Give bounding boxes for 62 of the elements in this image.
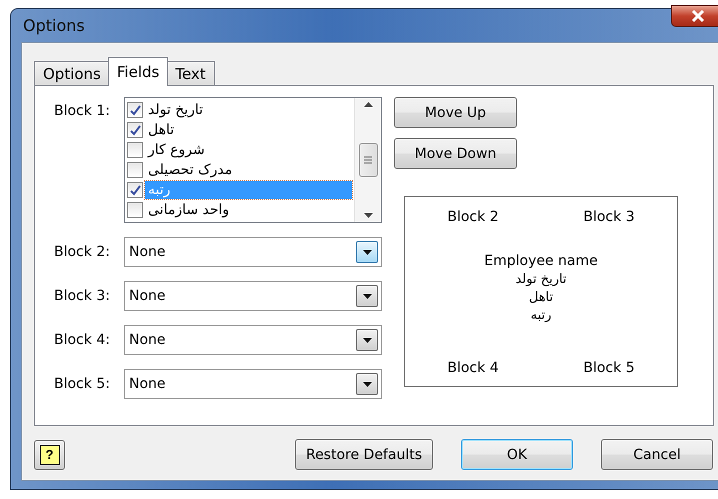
list-item[interactable]: مدرک تحصیلی (145, 161, 352, 179)
scroll-thumb[interactable] (358, 143, 378, 177)
preview-line: تاریخ تولد (515, 270, 567, 288)
checkbox[interactable] (127, 102, 143, 118)
preview-line: Employee name (484, 252, 598, 270)
checkmark-icon (130, 184, 140, 196)
checkmark-icon (130, 124, 140, 136)
list-item[interactable]: تاریخ تولد (145, 101, 352, 119)
caret-icon (362, 294, 372, 298)
dropdown[interactable]: None (124, 325, 382, 355)
dropdown-value: None (129, 244, 167, 260)
move-button[interactable]: Move Down (394, 138, 517, 169)
scroll-down-icon[interactable] (364, 213, 372, 218)
move-button[interactable]: Move Up (394, 97, 517, 128)
preview-label: Block 5 (583, 360, 635, 376)
close-button[interactable] (671, 4, 718, 26)
dropdown-value: None (129, 376, 167, 392)
dropdown[interactable]: None (124, 237, 382, 267)
dropdown-button[interactable] (356, 285, 378, 307)
preview-label: Block 2 (447, 209, 499, 225)
help-icon: ? (40, 444, 60, 464)
list-item[interactable]: واحد سازمانی (145, 201, 352, 219)
scroll-up-icon[interactable] (364, 102, 372, 107)
list-item[interactable]: تاهل (145, 121, 352, 139)
checkbox[interactable] (127, 142, 143, 158)
preview-label: Block 4 (447, 360, 499, 376)
tab[interactable]: Options (34, 61, 110, 86)
window-title: Options (22, 16, 85, 35)
tab[interactable]: Fields (108, 57, 168, 86)
checkbox[interactable] (127, 162, 143, 178)
help-button[interactable]: ? (34, 440, 65, 470)
dropdown[interactable]: None (124, 281, 382, 311)
field-label: Block 2: (54, 244, 111, 260)
close-icon (691, 10, 705, 22)
checkbox[interactable] (127, 122, 143, 138)
checkbox[interactable] (127, 202, 143, 218)
caret-icon (362, 250, 372, 254)
field-label: Block 5: (54, 376, 111, 392)
grip-icon (364, 156, 372, 164)
field-label: Block 1: (54, 102, 111, 119)
caret-icon (362, 338, 372, 342)
preview-line: تاهل (528, 288, 554, 306)
dropdown-button[interactable] (356, 373, 378, 395)
dropdown-value: None (129, 288, 167, 304)
dropdown-value: None (129, 332, 167, 348)
dropdown[interactable]: None (124, 369, 382, 399)
preview-line: رتبه (530, 306, 552, 324)
field-label: Block 4: (54, 332, 111, 348)
scrollbar[interactable] (354, 98, 381, 222)
checkmark-icon (130, 104, 140, 116)
checkbox[interactable] (127, 182, 143, 198)
dropdown-button[interactable] (356, 329, 378, 351)
field-list[interactable]: تاریخ تولد تاهل شروع کار مدرک تحصیلی رتبه واحد سازمانی (124, 97, 382, 223)
field-label: Block 3: (54, 288, 111, 304)
dialog-button[interactable]: Cancel (601, 439, 713, 470)
list-item[interactable]: شروع کار (145, 141, 352, 159)
caret-icon (362, 382, 372, 386)
tab[interactable]: Text (166, 61, 215, 86)
dropdown-button[interactable] (356, 241, 378, 263)
preview-label: Block 3 (583, 209, 635, 225)
dialog-button[interactable]: OK (461, 439, 573, 470)
dialog-button[interactable]: Restore Defaults (294, 439, 433, 470)
